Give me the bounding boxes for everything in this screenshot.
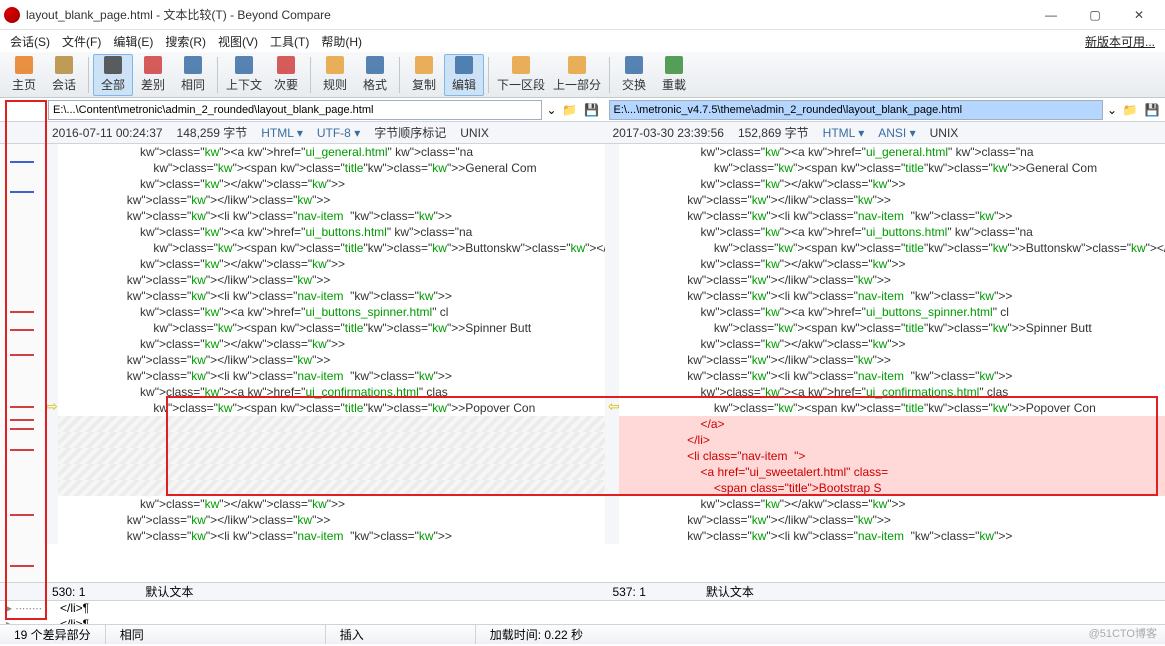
- toolbar-格式[interactable]: 格式: [355, 54, 395, 96]
- left-cursor-pos: 530: 1: [52, 585, 85, 599]
- left-os: UNIX: [460, 126, 489, 140]
- left-bom: 字节顺序标记: [374, 124, 446, 141]
- toolbar-全部[interactable]: 全部: [93, 54, 133, 96]
- save-icon[interactable]: 💾: [1143, 101, 1161, 119]
- diff-arrow-left-icon[interactable]: ⇦: [608, 398, 620, 415]
- diff-arrow-right-icon[interactable]: ⇨: [46, 398, 58, 415]
- toolbar-差别[interactable]: 差别: [133, 54, 173, 96]
- left-type[interactable]: HTML ▾: [261, 126, 303, 140]
- toolbar-上下文[interactable]: 上下文: [222, 54, 266, 96]
- menu-tools[interactable]: 工具(T): [264, 31, 315, 52]
- left-path-input[interactable]: [48, 100, 542, 120]
- open-folder-icon[interactable]: 📁: [561, 101, 579, 119]
- menu-session[interactable]: 会话(S): [4, 31, 56, 52]
- position-bar: 530: 1 默认文本 537: 1 默认文本: [0, 582, 1165, 600]
- status-loadtime: 加载时间: 0.22 秒: [476, 625, 1165, 644]
- right-cursor-pos: 537: 1: [613, 585, 646, 599]
- new-version-link[interactable]: 新版本可用...: [1079, 31, 1161, 52]
- toolbar-相同[interactable]: 相同: [173, 54, 213, 96]
- menu-help[interactable]: 帮助(H): [315, 31, 368, 52]
- toolbar: 主页会话全部差别相同上下文次要规则格式复制编辑下一区段上一部分交换重載: [0, 52, 1165, 98]
- thumbnail-view[interactable]: [0, 144, 44, 582]
- window-title: layout_blank_page.html - 文本比较(T) - Beyon…: [26, 6, 1029, 23]
- left-date: 2016-07-11 00:24:37: [52, 126, 163, 140]
- toolbar-上一部分[interactable]: 上一部分: [549, 54, 605, 96]
- close-button[interactable]: ✕: [1117, 1, 1161, 29]
- merge-line: </li>¶: [60, 601, 89, 617]
- toolbar-次要[interactable]: 次要: [266, 54, 306, 96]
- right-size: 152,869 字节: [738, 124, 809, 141]
- status-same: 相同: [106, 625, 326, 644]
- toolbar-规则[interactable]: 规则: [315, 54, 355, 96]
- path-bar: ⌄ 📁 💾 ⌄ 📁 💾: [0, 98, 1165, 122]
- toolbar-主页[interactable]: 主页: [4, 54, 44, 96]
- dropdown-icon[interactable]: ⌄: [546, 103, 556, 117]
- toolbar-下一区段[interactable]: 下一区段: [493, 54, 549, 96]
- right-code-view[interactable]: kw">class="kw"><a kw">href="ui_general.h…: [605, 144, 1165, 582]
- app-logo: [4, 7, 20, 23]
- toolbar-重載[interactable]: 重載: [654, 54, 694, 96]
- toolbar-交换[interactable]: 交换: [614, 54, 654, 96]
- statusbar: 19 个差异部分 相同 插入 加载时间: 0.22 秒: [0, 624, 1165, 644]
- menubar: 会话(S) 文件(F) 编辑(E) 搜索(R) 视图(V) 工具(T) 帮助(H…: [0, 30, 1165, 52]
- save-icon[interactable]: 💾: [583, 101, 601, 119]
- toolbar-会话[interactable]: 会话: [44, 54, 84, 96]
- open-folder-icon[interactable]: 📁: [1121, 101, 1139, 119]
- menu-file[interactable]: 文件(F): [56, 31, 107, 52]
- left-encoding[interactable]: UTF-8 ▾: [317, 126, 360, 140]
- status-diff-count: 19 个差异部分: [0, 625, 106, 644]
- right-type[interactable]: HTML ▾: [823, 126, 865, 140]
- right-encoding[interactable]: ANSI ▾: [878, 126, 915, 140]
- maximize-button[interactable]: ▢: [1073, 1, 1117, 29]
- toolbar-编辑[interactable]: 编辑: [444, 54, 484, 96]
- right-panel: kw">class="kw"><a kw">href="ui_general.h…: [605, 144, 1165, 582]
- toolbar-复制[interactable]: 复制: [404, 54, 444, 96]
- left-code-view[interactable]: kw">class="kw"><a kw">href="ui_general.h…: [44, 144, 605, 582]
- left-text-type: 默认文本: [145, 583, 193, 600]
- right-os: UNIX: [930, 126, 959, 140]
- dropdown-icon[interactable]: ⌄: [1107, 103, 1117, 117]
- status-mode: 插入: [326, 625, 476, 644]
- watermark: @51CTO博客: [1089, 625, 1157, 641]
- right-path-input[interactable]: [609, 100, 1103, 120]
- right-text-type: 默认文本: [706, 583, 754, 600]
- menu-search[interactable]: 搜索(R): [159, 31, 212, 52]
- minimize-button[interactable]: —: [1029, 1, 1073, 29]
- menu-view[interactable]: 视图(V): [212, 31, 264, 52]
- info-bar: 2016-07-11 00:24:37 148,259 字节 HTML ▾ UT…: [0, 122, 1165, 144]
- left-size: 148,259 字节: [177, 124, 248, 141]
- menu-edit[interactable]: 编辑(E): [107, 31, 159, 52]
- right-date: 2017-03-30 23:39:56: [613, 126, 724, 140]
- left-panel: kw">class="kw"><a kw">href="ui_general.h…: [44, 144, 605, 582]
